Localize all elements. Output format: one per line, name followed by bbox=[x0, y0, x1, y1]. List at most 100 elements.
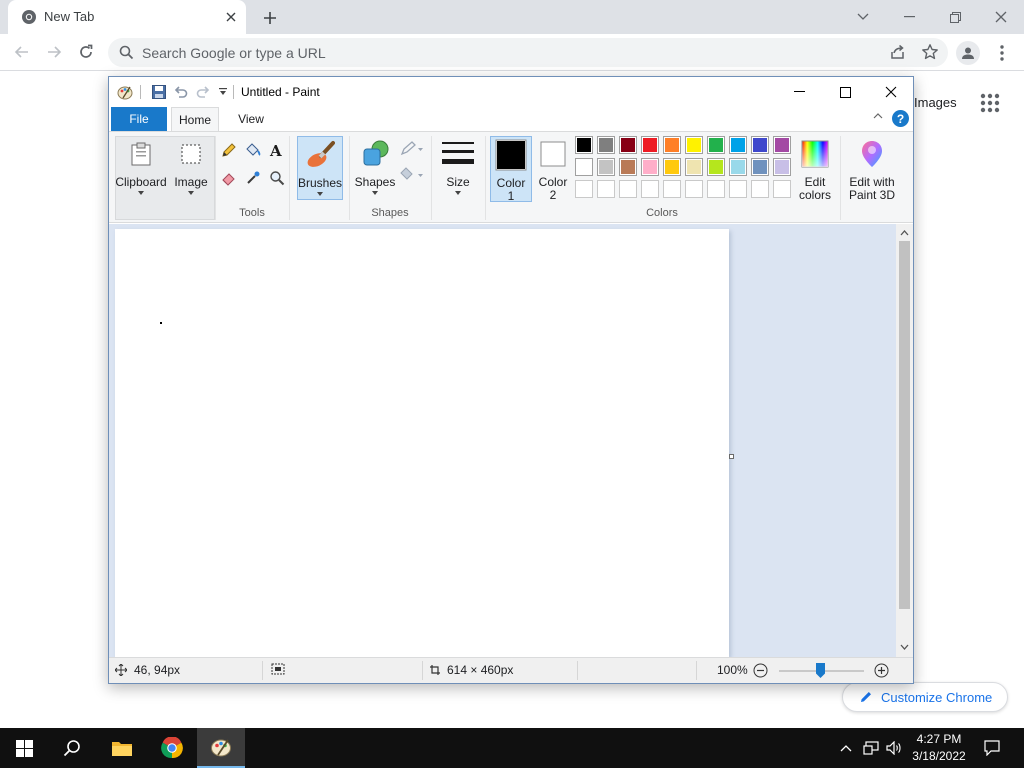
edit-colors-button[interactable]: Edit colors bbox=[793, 136, 837, 202]
scroll-down-icon[interactable] bbox=[896, 640, 913, 654]
paint-app-icon[interactable] bbox=[117, 84, 133, 100]
profile-avatar-icon[interactable] bbox=[956, 41, 980, 65]
volume-icon[interactable] bbox=[886, 740, 902, 756]
palette-color-swatch[interactable] bbox=[729, 158, 747, 176]
chrome-minimize-icon[interactable] bbox=[896, 4, 922, 30]
palette-color-swatch[interactable] bbox=[729, 136, 747, 154]
clock-time: 4:27 PM bbox=[916, 732, 962, 746]
help-icon[interactable]: ? bbox=[892, 110, 909, 127]
size-button[interactable]: Size bbox=[437, 136, 479, 195]
file-explorer-icon[interactable] bbox=[98, 728, 146, 768]
palette-color-swatch[interactable] bbox=[773, 180, 791, 198]
action-center-icon[interactable] bbox=[984, 740, 1000, 756]
drawing-canvas[interactable] bbox=[115, 229, 729, 657]
shapes-button[interactable]: Shapes bbox=[353, 136, 397, 195]
palette-color-swatch[interactable] bbox=[619, 136, 637, 154]
palette-color-swatch[interactable] bbox=[575, 136, 593, 154]
palette-color-swatch[interactable] bbox=[663, 180, 681, 198]
tab-new-tab[interactable]: New Tab bbox=[8, 0, 246, 34]
reload-icon[interactable] bbox=[74, 40, 98, 64]
canvas-resize-handle[interactable] bbox=[729, 454, 734, 459]
tab-view[interactable]: View bbox=[225, 107, 277, 131]
paint-maximize-icon[interactable] bbox=[822, 77, 868, 107]
palette-color-swatch[interactable] bbox=[685, 136, 703, 154]
vertical-scrollbar[interactable] bbox=[896, 224, 913, 657]
palette-color-swatch[interactable] bbox=[619, 180, 637, 198]
palette-color-swatch[interactable] bbox=[619, 158, 637, 176]
omnibox[interactable]: Search Google or type a URL bbox=[108, 38, 948, 67]
palette-color-swatch[interactable] bbox=[641, 136, 659, 154]
eraser-icon[interactable] bbox=[219, 168, 239, 188]
zoom-out-icon[interactable] bbox=[753, 663, 768, 678]
palette-color-swatch[interactable] bbox=[597, 136, 615, 154]
palette-color-swatch[interactable] bbox=[707, 158, 725, 176]
color1-button[interactable]: Color 1 bbox=[490, 136, 532, 203]
redo-icon[interactable] bbox=[195, 84, 211, 100]
tab-home[interactable]: Home bbox=[171, 107, 219, 131]
scroll-up-icon[interactable] bbox=[896, 226, 913, 240]
magnifier-icon[interactable] bbox=[267, 168, 287, 188]
clipboard-button[interactable]: Clipboard bbox=[115, 136, 167, 195]
palette-color-swatch[interactable] bbox=[641, 180, 659, 198]
palette-color-swatch[interactable] bbox=[751, 158, 769, 176]
canvas-size: 614 × 460px bbox=[429, 663, 513, 677]
palette-color-swatch[interactable] bbox=[773, 136, 791, 154]
palette-color-swatch[interactable] bbox=[729, 180, 747, 198]
palette-color-swatch[interactable] bbox=[751, 136, 769, 154]
bookmark-star-icon[interactable] bbox=[921, 43, 939, 61]
taskbar-search-icon[interactable] bbox=[48, 728, 96, 768]
palette-color-swatch[interactable] bbox=[707, 180, 725, 198]
palette-color-swatch[interactable] bbox=[663, 158, 681, 176]
palette-color-swatch[interactable] bbox=[707, 136, 725, 154]
zoom-in-icon[interactable] bbox=[874, 663, 889, 678]
zoom-slider-thumb[interactable] bbox=[816, 663, 825, 678]
fill-bucket-icon[interactable] bbox=[243, 140, 263, 160]
images-link[interactable]: Images bbox=[914, 95, 957, 110]
show-hidden-icons-chevron-icon[interactable] bbox=[838, 740, 854, 756]
chrome-restore-icon[interactable] bbox=[942, 4, 968, 30]
image-button[interactable]: Image bbox=[169, 136, 213, 195]
forward-arrow-icon[interactable] bbox=[42, 40, 66, 64]
share-icon[interactable] bbox=[889, 43, 907, 61]
tab-search-chevron-icon[interactable] bbox=[850, 4, 876, 30]
fill-icon[interactable] bbox=[399, 164, 425, 184]
new-tab-button[interactable] bbox=[258, 6, 282, 30]
undo-icon[interactable] bbox=[173, 84, 189, 100]
kebab-menu-icon[interactable] bbox=[992, 41, 1012, 65]
palette-color-swatch[interactable] bbox=[685, 180, 703, 198]
brushes-button[interactable]: Brushes bbox=[297, 136, 343, 200]
paint-close-icon[interactable] bbox=[868, 77, 914, 107]
customize-chrome-button[interactable]: Customize Chrome bbox=[842, 682, 1008, 712]
customize-qat-icon[interactable] bbox=[215, 84, 231, 100]
edit-with-paint3d-button[interactable]: Edit with Paint 3D bbox=[845, 136, 899, 202]
palette-color-swatch[interactable] bbox=[575, 158, 593, 176]
chrome-taskbar-icon[interactable] bbox=[148, 728, 196, 768]
paint-minimize-icon[interactable] bbox=[776, 77, 822, 107]
back-arrow-icon[interactable] bbox=[10, 40, 34, 64]
windows-start-icon[interactable] bbox=[0, 728, 48, 768]
pencil-tool-icon[interactable] bbox=[219, 140, 239, 160]
collapse-ribbon-icon[interactable] bbox=[873, 113, 883, 119]
save-icon[interactable] bbox=[151, 84, 167, 100]
palette-color-swatch[interactable] bbox=[575, 180, 593, 198]
palette-color-swatch[interactable] bbox=[685, 158, 703, 176]
network-icon[interactable] bbox=[863, 740, 879, 756]
close-tab-icon[interactable] bbox=[222, 8, 240, 26]
palette-color-swatch[interactable] bbox=[641, 158, 659, 176]
palette-color-swatch[interactable] bbox=[597, 180, 615, 198]
taskbar-clock[interactable]: 4:27 PM 3/18/2022 bbox=[906, 731, 972, 765]
paint-taskbar-icon[interactable] bbox=[197, 728, 245, 768]
scrollbar-thumb[interactable] bbox=[899, 241, 910, 609]
omnibox-placeholder[interactable]: Search Google or type a URL bbox=[142, 45, 326, 61]
google-apps-icon[interactable] bbox=[980, 93, 1000, 113]
text-tool-icon[interactable]: A bbox=[267, 140, 287, 160]
palette-color-swatch[interactable] bbox=[663, 136, 681, 154]
palette-color-swatch[interactable] bbox=[751, 180, 769, 198]
palette-color-swatch[interactable] bbox=[773, 158, 791, 176]
chrome-close-icon[interactable] bbox=[988, 4, 1014, 30]
palette-color-swatch[interactable] bbox=[597, 158, 615, 176]
color2-button[interactable]: Color 2 bbox=[533, 136, 573, 202]
outline-icon[interactable] bbox=[399, 138, 425, 158]
color-picker-icon[interactable] bbox=[243, 168, 263, 188]
tab-file[interactable]: File bbox=[111, 107, 167, 131]
